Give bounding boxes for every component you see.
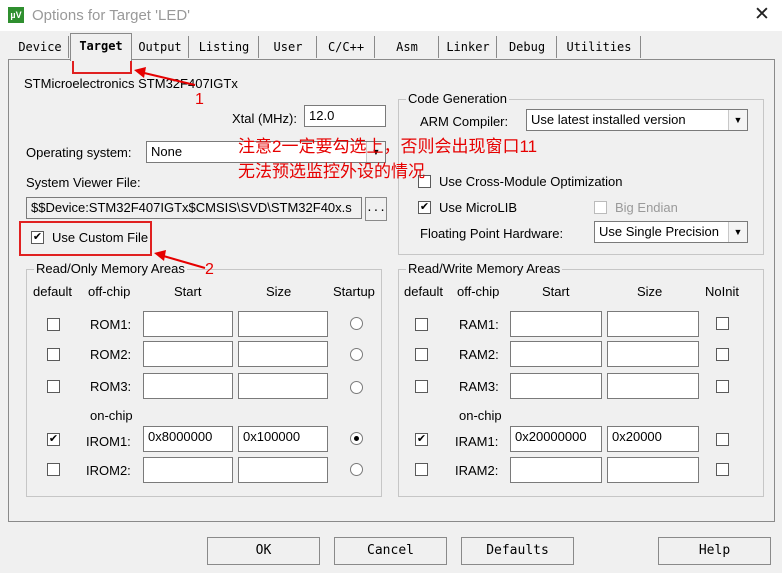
annotation-note-line1: 注意2一定要勾选上，否则会出现窗口11 bbox=[238, 137, 538, 156]
annotation-marker-1: 1 bbox=[195, 91, 204, 108]
arrowhead-1-icon bbox=[134, 67, 146, 78]
tab-target[interactable]: Target bbox=[70, 33, 132, 61]
annotation-note-line2: 无法预选监控外设的情况 bbox=[238, 162, 425, 181]
annotation-arrows bbox=[134, 67, 206, 269]
arrowhead-2-icon bbox=[154, 250, 166, 261]
annotation-arrow-2 bbox=[159, 254, 206, 269]
annotation-marker-2: 2 bbox=[205, 261, 214, 278]
annotation-arrow-1 bbox=[139, 71, 196, 86]
